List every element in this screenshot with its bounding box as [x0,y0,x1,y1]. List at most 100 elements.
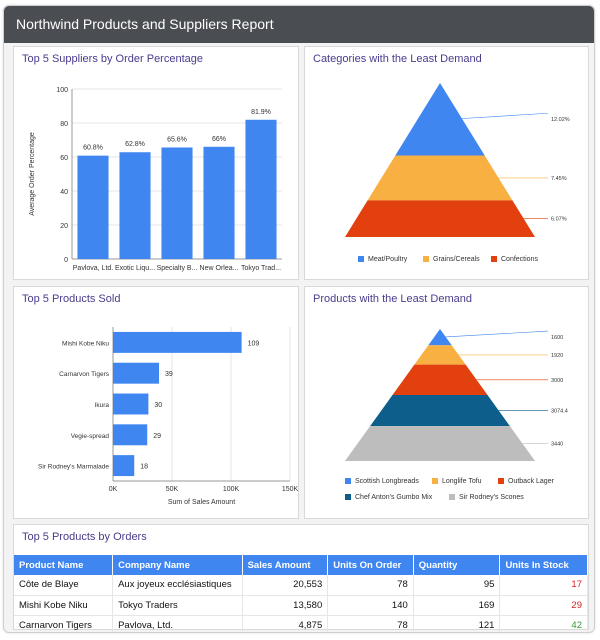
pyramid-data-label: 3440 [551,442,563,448]
y-tick-label: Ikura [95,402,110,409]
x-tick-label: Exotic Liqu... [115,265,155,272]
bar [161,147,193,259]
legend-swatch [345,478,351,484]
column-header-units-in-stock[interactable]: Units In Stock [499,555,588,575]
bar-data-label: 66% [212,136,226,143]
suppliers-panel: Top 5 Suppliers by Order Percentage 0 20 4… [13,46,299,280]
legend-swatch [498,478,504,484]
column-header-company-name[interactable]: Company Name [112,555,243,575]
report-frame: Northwind Products and Suppliers Report … [3,5,595,633]
pyramid-data-label: 7.45% [551,176,567,182]
products-sold-bar-chart: 0K 50K 100K 150K Sum of Sales Amount 109 Mishi… [38,327,299,506]
x-tick-label: 150K [282,486,299,493]
pyramid-data-label: 6.07% [551,217,567,223]
legend-swatch [358,256,364,262]
leader-line [451,112,549,120]
x-tick-label: 50K [166,486,179,493]
company-name-cell: Aux joyeux ecclésiastiques [112,575,243,596]
product-name-cell: Carnarvon Tigers [14,615,114,632]
least-products-pyramid-chart: 1600 1920 3000 3074.4 3440 Scottish Longbread… [345,329,568,501]
bar [77,155,109,259]
bar [203,146,235,259]
bar [113,362,160,384]
bar-data-label: 109 [248,340,260,347]
y-tick-label: 0 [64,257,68,264]
bar [113,331,242,353]
products-sold-panel: Top 5 Products Sold 0K 50K 100K 150K Sum of … [13,286,299,519]
y-axis-title: Average Order Percentage [29,132,36,216]
units-on-order-cell: 140 [327,595,414,616]
table-row[interactable]: Carnarvon Tigers Pavlova, Ltd. 4,875 78 … [14,615,588,632]
legend-label: Grains/Cereals [433,256,480,263]
units-in-stock-cell: 17 [499,575,588,596]
y-tick-label: 100 [56,87,68,94]
x-tick-label: Pavlova, Ltd. [73,265,114,272]
quantity-cell: 169 [413,595,501,616]
legend-label: Meat/Poultry [368,256,408,263]
sales-amount-cell: 20,553 [242,575,329,596]
pyramid-data-label: 1600 [551,335,563,341]
x-tick-label: New Orlea... [200,265,239,272]
y-tick-label: 60 [60,155,68,162]
bar-data-label: 65.6% [167,136,187,143]
legend-swatch [432,478,438,484]
bar-data-label: 29 [153,433,161,440]
product-name-cell: Mishi Kobe Niku [14,595,114,616]
bar-data-label: 81.9% [251,109,271,116]
column-header-units-on-order[interactable]: Units On Order [327,555,414,575]
bar-data-label: 62.8% [125,141,145,148]
orders-table-header: Product Name Company Name Sales Amount U… [14,555,588,575]
bar [113,455,135,477]
legend-label: Longlife Tofu [442,478,482,485]
y-tick-label: Sir Rodney's Marmalade [38,464,109,471]
report-title: Northwind Products and Suppliers Report [4,6,594,43]
quantity-cell: 121 [413,615,501,632]
bar [245,119,277,260]
y-tick-label: 20 [60,223,68,230]
company-name-cell: Tokyo Traders [112,595,243,616]
y-tick-label: 80 [60,121,68,128]
pyramid-data-label: 12.02% [551,117,570,123]
table-row[interactable]: Côte de Blaye Aux joyeux ecclésiastiques… [14,575,588,596]
column-header-sales-amount[interactable]: Sales Amount [242,555,329,575]
legend-swatch [491,256,497,262]
bar-data-label: 18 [140,464,148,471]
x-tick-label: Specialty B... [157,265,198,272]
orders-table: Product Name Company Name Sales Amount U… [14,555,588,632]
pyramid-segment [395,83,485,156]
units-in-stock-cell: 29 [499,595,588,616]
least-products-panel: Products with the Least Demand 1600 1920 3… [304,286,589,519]
sales-amount-cell: 13,580 [242,595,329,616]
x-tick-label: Tokyo Trad... [241,265,281,272]
x-tick-label: 0K [109,486,118,493]
bar-data-label: 30 [154,402,162,409]
column-header-product-name[interactable]: Product Name [14,555,114,575]
table-row[interactable]: Mishi Kobe Niku Tokyo Traders 13,580 140… [14,595,588,616]
quantity-cell: 95 [413,575,501,596]
pyramid-data-label: 1920 [551,353,563,359]
pyramid-data-label: 3074.4 [551,409,568,415]
legend-label: Sir Rodney's Scones [459,494,524,501]
bar [113,393,149,415]
suppliers-bar-chart: 0 20 40 60 80 100 Average Order Percentage 60.8… [29,87,282,272]
x-axis-title: Sum of Sales Amount [168,499,235,506]
orders-panel-title: Top 5 Products by Orders [22,531,147,543]
y-tick-label: Vegie-spread [71,433,110,440]
product-name-cell: Côte de Blaye [14,575,114,596]
legend-swatch [345,494,351,500]
units-on-order-cell: 78 [327,575,414,596]
units-in-stock-cell: 42 [499,615,588,632]
sales-amount-cell: 4,875 [242,615,329,632]
x-tick-label: 100K [223,486,240,493]
y-tick-label: Mishi Kobe Niku [62,340,109,347]
legend-label: Chef Anton's Gumbo Mix [355,494,433,501]
y-tick-label: 40 [60,189,68,196]
pyramid-data-label: 3000 [551,378,563,384]
column-header-quantity[interactable]: Quantity [413,555,501,575]
bar [119,152,151,259]
bar-data-label: 60.8% [83,145,103,152]
legend-label: Confections [501,256,538,263]
company-name-cell: Pavlova, Ltd. [112,615,243,632]
leader-line [442,330,549,338]
categories-pyramid-chart: 12.02% 7.45% 6.07% Meat/Poultry Grains/Cerea… [345,83,570,263]
